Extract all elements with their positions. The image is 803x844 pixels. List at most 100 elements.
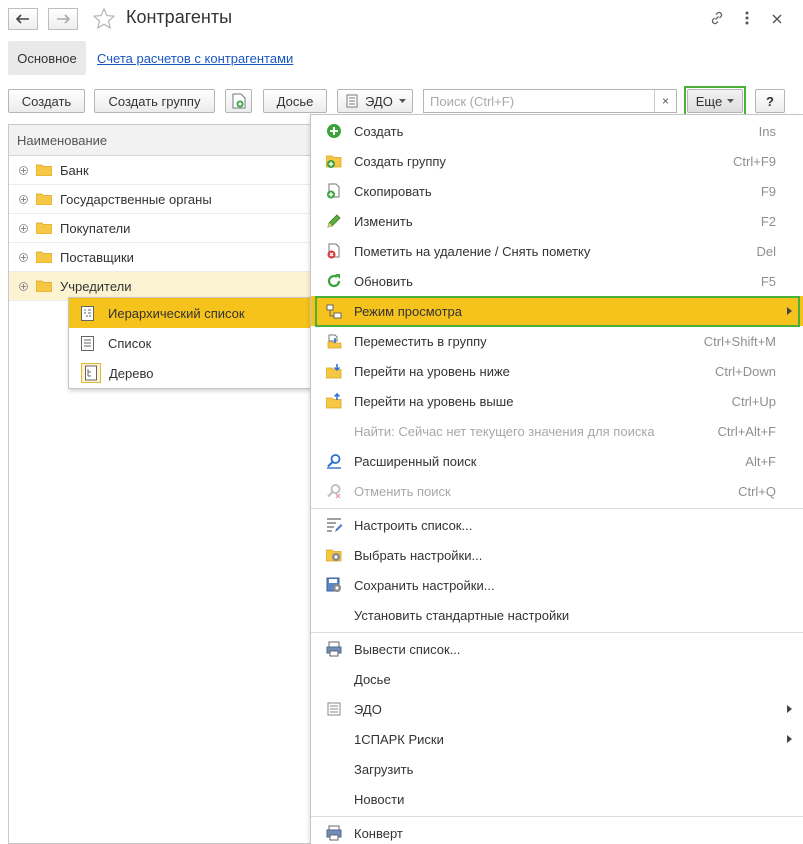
menu-item-label: Изменить [354,214,413,229]
menu-item-label: Создать группу [354,154,446,169]
submenu-item-hierarchical-list[interactable]: Иерархический список [69,298,310,328]
search-input[interactable] [424,90,654,112]
view-mode-highlight-border [315,296,800,327]
counterparties-list[interactable]: Наименование Банк Государственные органы… [8,124,310,844]
edo-button[interactable]: ЭДО [337,89,413,113]
chevron-down-icon [727,99,735,103]
menu-item-label: Создать [354,124,404,139]
edo-icon [327,702,341,716]
menu-item-standard-settings[interactable]: Установить стандартные настройки [311,600,803,630]
save-settings-icon [326,577,341,592]
create-group-button[interactable]: Создать группу [94,89,215,113]
menu-item-mark-delete[interactable]: Пометить на удаление / Снять пометку Del [311,236,803,266]
search-field[interactable]: × [423,89,677,113]
dossier-button[interactable]: Досье [263,89,327,113]
configure-list-icon [327,518,342,532]
column-header-name[interactable]: Наименование [9,125,310,156]
expand-icon[interactable] [19,252,28,262]
menu-item-shortcut: Ctrl+Shift+M [703,334,776,349]
add-folder-icon [326,155,342,168]
menu-item-shortcut: Alt+F [745,454,776,469]
tab-main[interactable]: Основное [8,41,86,75]
menu-item-level-down[interactable]: Перейти на уровень ниже Ctrl+Down [311,356,803,386]
document-add-icon [232,93,245,109]
expand-icon[interactable] [19,223,28,233]
menu-item-label: Отменить поиск [354,484,451,499]
menu-item-dossier[interactable]: Досье [311,664,803,694]
menu-item-label: Найти: Сейчас нет текущего значения для … [354,424,655,439]
menu-item-label: Выбрать настройки... [354,548,483,563]
create-from-template-button[interactable] [225,89,252,113]
menu-item-choose-settings[interactable]: Выбрать настройки... [311,540,803,570]
submenu-item-label: Дерево [109,365,154,381]
list-row[interactable]: Государственные органы [9,185,310,214]
page-title: Контрагенты [126,7,233,27]
link-icon[interactable] [709,10,725,29]
printer-icon [326,825,342,841]
list-row[interactable]: Поставщики [9,243,310,272]
folder-icon [36,280,52,292]
menu-item-label: Обновить [354,274,413,289]
expand-icon[interactable] [19,165,28,175]
create-button[interactable]: Создать [8,89,85,113]
menu-item-find[interactable]: Найти: Сейчас нет текущего значения для … [311,416,803,446]
menu-separator [311,816,803,817]
print-list-icon [326,641,342,657]
tab-accounts-link[interactable]: Счета расчетов с контрагентами [97,51,293,66]
help-button[interactable]: ? [755,89,785,113]
menu-item-load[interactable]: Загрузить [311,754,803,784]
more-button[interactable]: Еще [687,89,743,113]
menu-item-shortcut: Ctrl+Alt+F [717,424,776,439]
favorite-star-icon[interactable] [92,7,116,32]
menu-item-shortcut: Ctrl+F9 [733,154,776,169]
mark-delete-icon [327,243,340,259]
menu-item-envelope[interactable]: Конверт [311,818,803,844]
edo-button-label: ЭДО [365,93,393,109]
close-icon[interactable] [772,12,782,27]
list-row[interactable]: Покупатели [9,214,310,243]
list-row-label: Учредители [60,278,132,294]
menu-item-news[interactable]: Новости [311,784,803,814]
menu-item-spark-risks[interactable]: 1СПАРК Риски [311,724,803,754]
more-dropdown-menu: Создать Ins Создать группу Ctrl+F9 Скопи… [310,114,803,844]
forward-button[interactable] [48,8,78,30]
menu-item-cancel-search[interactable]: Отменить поиск Ctrl+Q [311,476,803,506]
choose-settings-icon [326,549,342,562]
menu-item-level-up[interactable]: Перейти на уровень выше Ctrl+Up [311,386,803,416]
view-mode-submenu: Иерархический список Список Дерево [68,297,311,389]
menu-item-shortcut: Ins [758,124,776,139]
menu-item-create-group[interactable]: Создать группу Ctrl+F9 [311,146,803,176]
more-actions-icon[interactable] [745,11,749,28]
expand-icon[interactable] [19,281,28,291]
submenu-arrow-icon [787,705,792,713]
menu-item-edit[interactable]: Изменить F2 [311,206,803,236]
menu-item-label: Новости [354,792,405,807]
menu-item-copy[interactable]: Скопировать F9 [311,176,803,206]
menu-item-create[interactable]: Создать Ins [311,116,803,146]
menu-item-advanced-search[interactable]: Расширенный поиск Alt+F [311,446,803,476]
menu-item-label: Перейти на уровень выше [354,394,514,409]
menu-item-label: ЭДО [354,702,382,717]
menu-item-label: Скопировать [354,184,432,199]
menu-item-edo[interactable]: ЭДО [311,694,803,724]
search-clear-button[interactable]: × [654,90,676,112]
add-green-circle-icon [327,124,341,138]
menu-item-move-to-group[interactable]: Переместить в группу Ctrl+Shift+M [311,326,803,356]
submenu-item-tree[interactable]: Дерево [69,358,310,388]
menu-item-label: Вывести список... [354,642,461,657]
list-row[interactable]: Банк [9,156,310,185]
menu-item-label: Расширенный поиск [354,454,477,469]
level-up-icon [326,393,342,409]
menu-item-save-settings[interactable]: Сохранить настройки... [311,570,803,600]
list-row-label: Государственные органы [60,191,212,207]
menu-item-shortcut: F2 [760,214,776,229]
menu-item-refresh[interactable]: Обновить F5 [311,266,803,296]
menu-item-print-list[interactable]: Вывести список... [311,634,803,664]
expand-icon[interactable] [19,194,28,204]
menu-item-configure-list[interactable]: Настроить список... [311,510,803,540]
move-to-group-icon [327,334,342,349]
submenu-item-list[interactable]: Список [69,328,310,358]
back-button[interactable] [8,8,38,30]
pencil-icon [327,214,341,228]
arrow-left-icon [16,14,29,24]
